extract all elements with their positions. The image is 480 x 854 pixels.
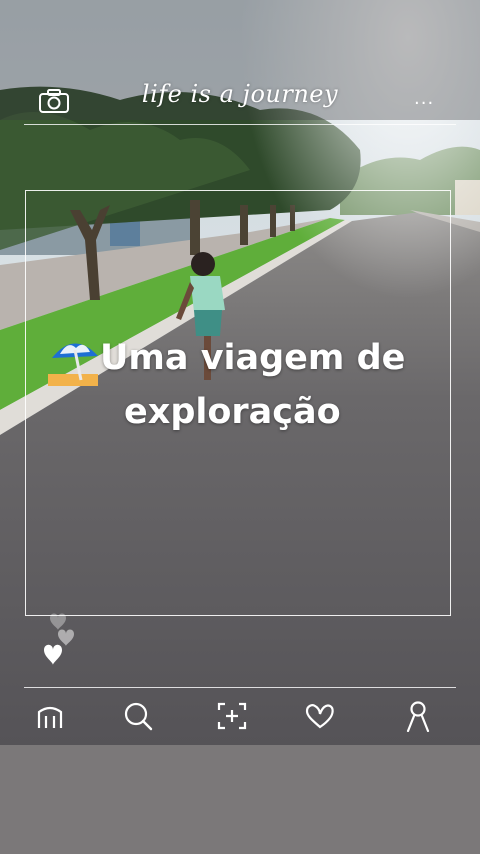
more-dots-icon[interactable]: ... [414,88,434,109]
nav-divider [24,687,456,688]
floating-hearts-icon [38,608,82,668]
bottom-blur-area [0,745,480,854]
beach-umbrella-icon [46,336,102,388]
heart-icon[interactable] [298,694,342,738]
profile-icon[interactable] [396,694,440,738]
caption-line-2: exploração [124,392,341,432]
add-icon[interactable] [210,694,254,738]
header-divider [24,124,456,125]
bottom-nav [0,694,480,740]
page-title: life is a journey [141,80,339,108]
search-icon[interactable] [116,694,160,738]
caption-line-1: Uma viagem de [100,338,406,378]
home-icon[interactable] [28,694,72,738]
